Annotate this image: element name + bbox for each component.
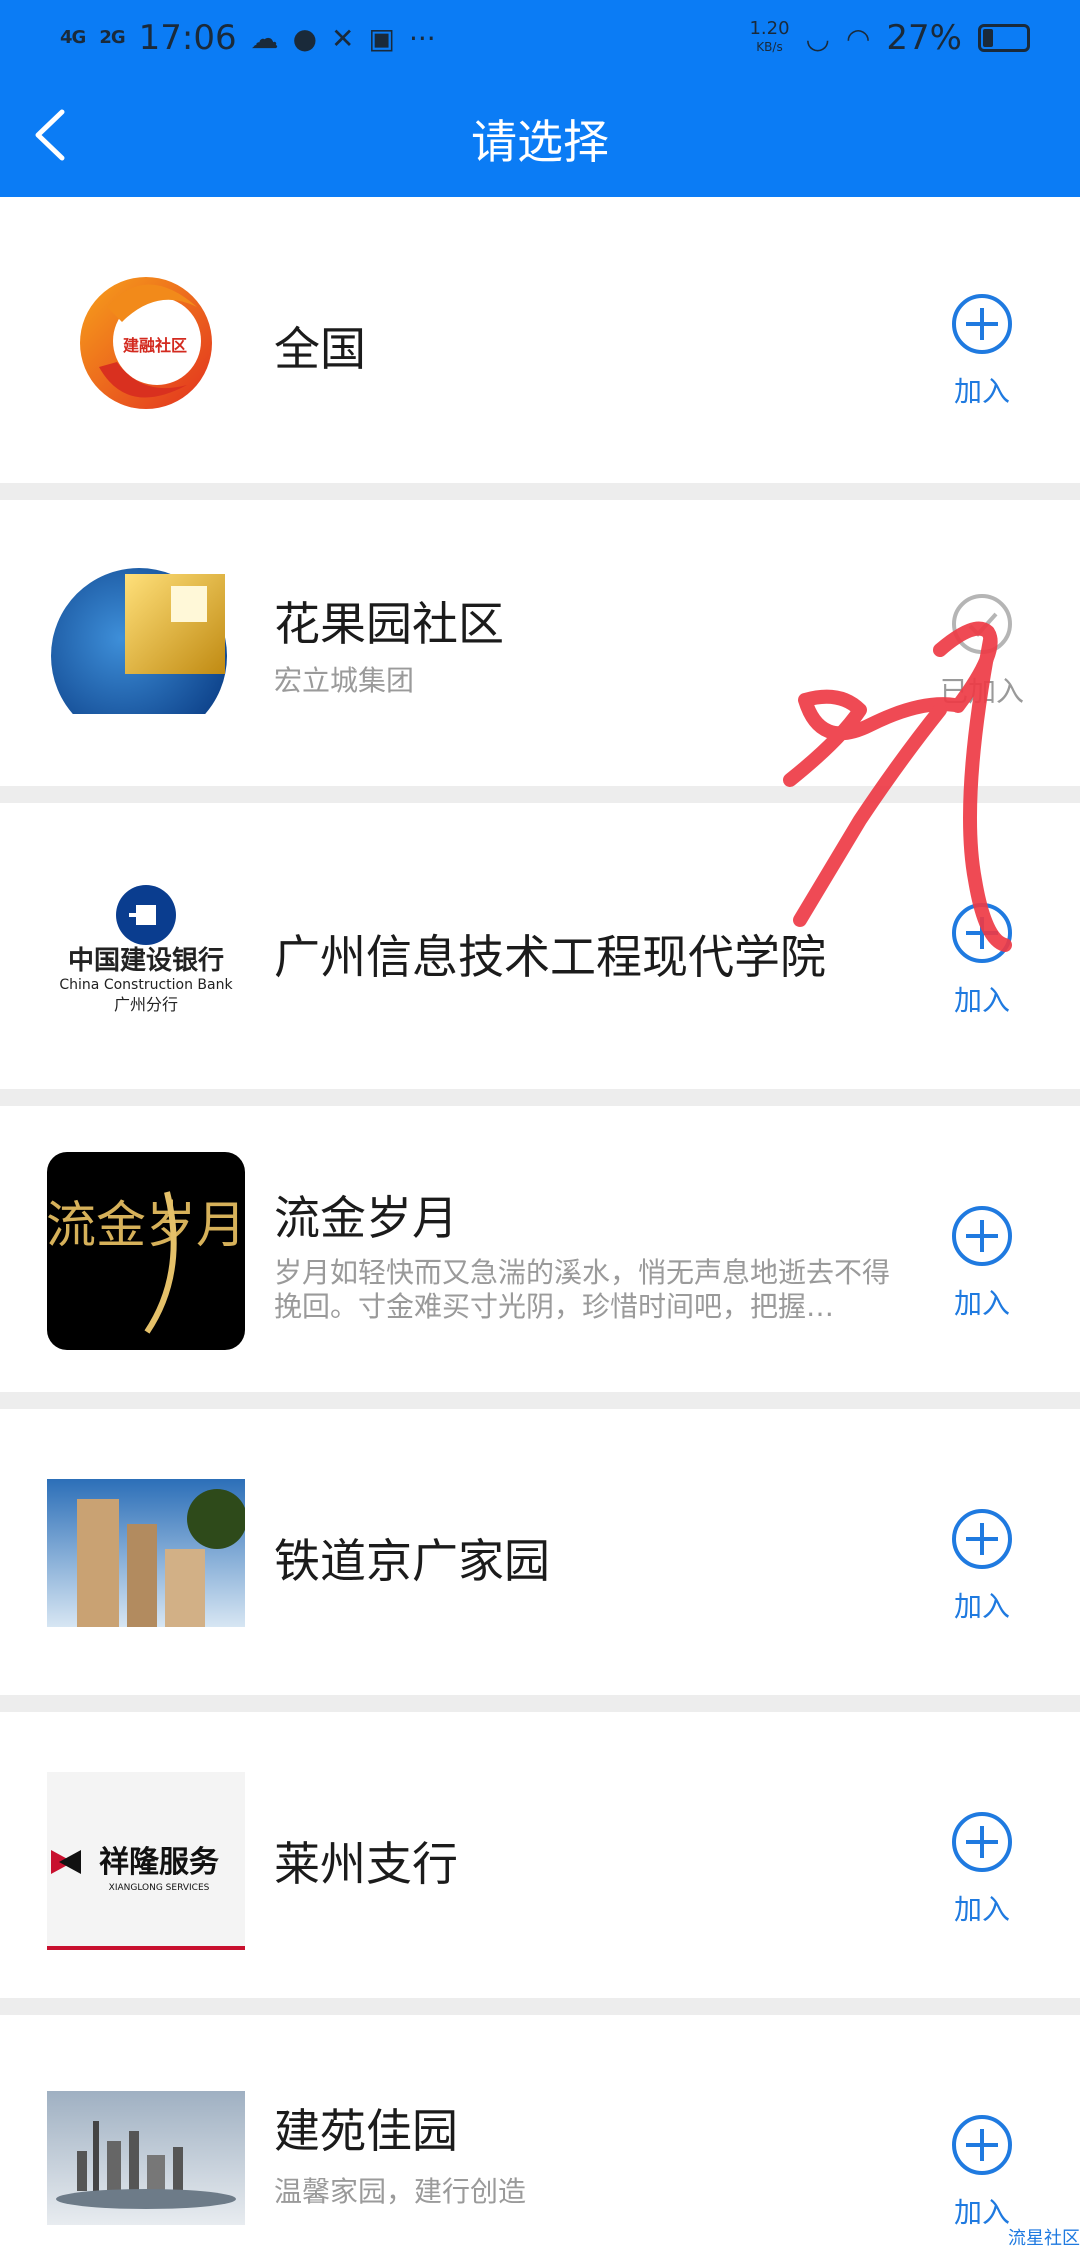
status-time: 17:06 [138,18,237,58]
plus-circle-icon [952,903,1012,963]
svg-text:广州分行: 广州分行 [114,995,178,1014]
svg-text:祥隆服务: 祥隆服务 [99,1845,219,1880]
app-icon: ▣ [368,21,395,55]
nav-bar: 请选择 [0,78,1080,197]
join-button[interactable]: 加入 [932,2113,1032,2231]
network-speed: 1.20 KB/s [749,18,790,55]
svg-text:XIANGLONG SERVICES: XIANGLONG SERVICES [109,1883,210,1893]
item-subtitle: 温馨家园，建行创造 [274,2175,527,2208]
building-photo [47,1479,245,1627]
plus-circle-icon [952,1509,1012,1569]
signal-icon: ◠ [845,21,871,55]
list-item[interactable]: 建融社区 全国 加入 [0,197,1080,483]
status-bar: 4G 2G 17:06 ☁ ● ✕ ▣ ··· 1.20 KB/s ◡ ◠ 27… [0,0,1080,78]
ccb-logo: 中国建设银行 China Construction Bank 广州分行 [47,873,245,1021]
wifi-icon: ◡ [805,21,830,55]
tools-icon: ✕ [331,21,355,55]
list-item[interactable]: 祥隆服务 XIANGLONG SERVICES 莱州支行 加入 [0,1712,1080,1998]
join-button[interactable]: 加入 [932,1204,1032,1322]
join-label: 加入 [953,1590,1010,1623]
join-button[interactable]: 加入 [932,901,1032,1019]
app-header: 4G 2G 17:06 ☁ ● ✕ ▣ ··· 1.20 KB/s ◡ ◠ 27… [0,0,1080,197]
item-subtitle: 岁月如轻快而又急湍的溪水，悄无声息地逝去不得挽回。寸金难买寸光阴，珍惜时间吧，把… [274,1256,891,1323]
page-title: 请选择 [471,115,609,169]
plus-circle-icon [952,1206,1012,1266]
xianglong-logo: 祥隆服务 XIANGLONG SERVICES [47,1772,245,1950]
item-name: 全国 [274,322,366,376]
list-item[interactable]: 中国建设银行 China Construction Bank 广州分行 广州信息… [0,803,1080,1089]
watermark: 流星社区 [1008,2228,1080,2249]
join-label: 加入 [953,375,1010,408]
item-name: 流金岁月 [274,1191,458,1245]
liujin-logo: 流金岁月 [47,1152,245,1350]
battery-icon [978,24,1030,52]
item-name: 广州信息技术工程现代学院 [274,930,826,984]
network-signal-1: 4G [60,27,86,48]
join-label: 加入 [953,1893,1010,1926]
join-label: 加入 [953,1287,1010,1320]
network-signal-2: 2G [99,27,125,48]
svg-text:中国建设银行: 中国建设银行 [68,945,224,976]
joined-label: 已加入 [939,675,1024,708]
plus-circle-icon [952,2115,1012,2175]
list-item[interactable]: 建苑佳园 温馨家园，建行创造 加入 [0,2015,1080,2256]
join-button[interactable]: 加入 [932,292,1032,410]
join-button[interactable]: 加入 [932,1810,1032,1928]
join-label: 加入 [953,984,1010,1017]
list-item[interactable]: 花果园社区 宏立城集团 已加入 [0,500,1080,786]
item-name: 花果园社区 [274,597,504,651]
battery-percent: 27% [886,18,962,58]
notification-icon: ☁ [250,21,279,55]
join-button[interactable]: 加入 [932,1507,1032,1625]
check-circle-icon [952,594,1012,654]
city-skyline-photo [47,2091,245,2225]
plus-circle-icon [952,294,1012,354]
message-icon: ● [292,21,318,55]
svg-text:建融社区: 建融社区 [123,336,187,355]
item-name: 建苑佳园 [274,2104,458,2158]
item-name: 铁道京广家园 [274,1534,550,1588]
community-logo [47,566,245,714]
plus-circle-icon [952,1812,1012,1872]
list-item[interactable]: 流金岁月 流金岁月 岁月如轻快而又急湍的溪水，悄无声息地逝去不得挽回。寸金难买寸… [0,1106,1080,1392]
svg-text:流金岁月: 流金岁月 [47,1196,245,1254]
list-item[interactable]: 铁道京广家园 加入 [0,1409,1080,1695]
joined-status: 已加入 [932,592,1032,710]
jianrong-logo: 建融社区 [47,267,245,415]
more-icon: ··· [408,21,436,55]
item-subtitle: 宏立城集团 [274,664,415,697]
item-name: 莱州支行 [274,1837,458,1891]
svg-text:China Construction Bank: China Construction Bank [59,977,233,993]
